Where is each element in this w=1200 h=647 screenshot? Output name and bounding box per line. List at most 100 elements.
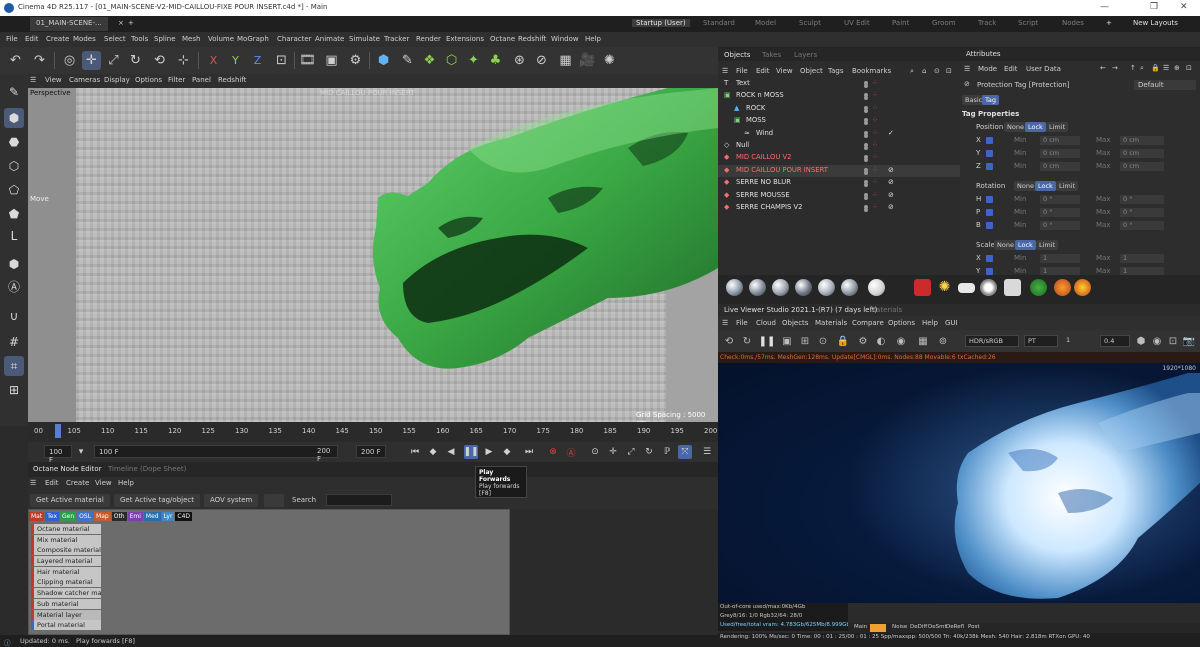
lv-focus-icon[interactable]: ⊚	[936, 334, 950, 348]
pass-main[interactable]: Main	[854, 624, 867, 630]
octane-vdb-icon[interactable]	[1054, 279, 1071, 296]
render-dot-icon[interactable]	[864, 183, 868, 188]
lv-snapshot-icon[interactable]: 📷	[1182, 334, 1196, 348]
vp-menu-panel[interactable]: Panel	[192, 76, 211, 84]
mode-button-lock[interactable]: Lock	[1025, 122, 1046, 132]
menu-render[interactable]: Render	[416, 35, 441, 43]
material-preview-ball[interactable]	[841, 279, 858, 296]
layout-paint[interactable]: Paint	[892, 19, 909, 27]
start-frame-field[interactable]: 100 F	[94, 445, 338, 458]
menu-simulate[interactable]: Simulate	[349, 35, 380, 43]
tag-icon[interactable]: ⁘	[872, 116, 878, 124]
vp-menu-filter[interactable]: Filter	[168, 76, 185, 84]
render-dot-icon[interactable]	[864, 170, 868, 175]
axis-checkbox[interactable]	[986, 150, 993, 157]
material-preview-ball[interactable]	[795, 279, 812, 296]
attributes-panel-icon[interactable]: ☰	[964, 65, 970, 73]
attr-menu-edit[interactable]: Edit	[1004, 65, 1018, 73]
menu-volume[interactable]: Volume	[208, 35, 234, 43]
node-editor-canvas[interactable]: Mat Tex Gen OSL Map Oth Emi Med Lyr C4D Octane ma…	[28, 509, 510, 635]
obj-home-icon[interactable]: ⌂	[922, 67, 926, 75]
node-category-tab[interactable]: OSL	[77, 512, 94, 521]
mode-button-none[interactable]: None	[1004, 122, 1027, 132]
get-active-tag-button[interactable]: Get Active tag/object	[114, 494, 200, 507]
render-dot-icon[interactable]	[864, 84, 868, 88]
node-category-tab[interactable]: Tex	[45, 512, 60, 521]
menu-modes[interactable]: Modes	[73, 35, 96, 43]
tag-icon[interactable]: ⁘	[872, 141, 878, 149]
layout-sculpt[interactable]: Sculpt	[799, 19, 821, 27]
mode-button-lock[interactable]: Lock	[1015, 240, 1036, 250]
play-forwards-icon[interactable]: ❚❚	[463, 445, 479, 459]
layout-uv-edit[interactable]: UV Edit	[844, 19, 870, 27]
lv-menu-compare[interactable]: Compare	[852, 319, 884, 327]
object-name[interactable]: MID CAILLOU POUR INSERT	[736, 166, 828, 174]
aov-system-button[interactable]: AOV system	[204, 494, 259, 507]
obj-menu-tags[interactable]: Tags	[828, 67, 844, 75]
record-icon[interactable]: ⊗	[546, 445, 560, 459]
node-category-tab[interactable]: Mat	[29, 512, 45, 521]
lv-menu-cloud[interactable]: Cloud	[756, 319, 776, 327]
pass-desmt[interactable]: DeSmt	[928, 624, 947, 630]
min-field[interactable]: 1	[1040, 254, 1080, 263]
polygons-mode-icon[interactable]: ⬟	[4, 204, 24, 224]
max-field[interactable]: 1	[1120, 254, 1164, 263]
render-view-icon[interactable]: ▣	[322, 51, 341, 70]
timeline-menu-icon[interactable]: ☰	[700, 445, 714, 459]
ne-menu-help[interactable]: Help	[118, 479, 134, 487]
redo-icon[interactable]: ↷	[30, 51, 49, 70]
tag-icon[interactable]: ⁘	[872, 129, 878, 137]
lv-menu-objects[interactable]: Objects	[782, 319, 808, 327]
min-field[interactable]: 0 °	[1040, 208, 1080, 217]
max-field[interactable]: 0 cm	[1120, 149, 1164, 158]
render-dot-icon[interactable]	[864, 158, 868, 163]
back-arrow-icon[interactable]: ←	[1100, 64, 1106, 72]
object-row[interactable]: ◆ SERRE MOUSSE ⁘ ⊘	[718, 190, 960, 202]
node-category-tab[interactable]: Emi	[127, 512, 143, 521]
tag-icon[interactable]: ⁘	[872, 104, 878, 112]
node-list-item[interactable]: Shadow catcher material	[31, 588, 101, 599]
node-list-item[interactable]: Hair material	[31, 566, 101, 577]
pass-dediff[interactable]: DeDiff	[910, 624, 927, 630]
timeline-playhead[interactable]	[55, 424, 61, 438]
field-icon[interactable]: ⊘	[532, 51, 551, 70]
axis-checkbox[interactable]	[986, 268, 993, 275]
coordinate-system-icon[interactable]: ⊹	[174, 51, 193, 70]
next-frame-icon[interactable]: ▶	[482, 445, 496, 459]
menu-redshift[interactable]: Redshift	[518, 35, 546, 43]
vp-menu-cameras[interactable]: Cameras	[69, 76, 100, 84]
attr-history-icon[interactable]: ☰	[1163, 64, 1169, 72]
max-field[interactable]: 0 °	[1120, 221, 1164, 230]
menu-spline[interactable]: Spline	[154, 35, 176, 43]
protection-tag-icon[interactable]: ⊘	[888, 166, 894, 174]
next-key-icon[interactable]: ◆	[500, 445, 514, 459]
position-key-icon[interactable]: ✛	[606, 445, 620, 459]
render-dot-icon[interactable]	[864, 133, 868, 138]
mode-button-none[interactable]: None	[994, 240, 1017, 250]
sphere-icon[interactable]: ⬢	[4, 254, 24, 274]
lv-panel-icon[interactable]: ☰	[722, 319, 728, 327]
mode-button-limit[interactable]: Limit	[1036, 240, 1059, 250]
octane-texture-env-icon[interactable]	[980, 279, 997, 296]
object-name[interactable]: SERRE CHAMPIS V2	[736, 203, 802, 211]
menu-extensions[interactable]: Extensions	[446, 35, 484, 43]
cloner-icon[interactable]: ⬡	[442, 51, 461, 70]
lv-restart-icon[interactable]: ↻	[740, 334, 754, 348]
node-category-tab[interactable]: Lyr	[161, 512, 175, 521]
point-level-icon[interactable]: ⤧	[678, 445, 692, 459]
node-list-item[interactable]: Sub material	[31, 598, 101, 609]
min-field[interactable]: 0 °	[1040, 195, 1080, 204]
kernel-select[interactable]: PT	[1024, 335, 1058, 347]
layout-script[interactable]: Script	[1018, 19, 1038, 27]
lv-channel-icon[interactable]: ◉	[894, 334, 908, 348]
object-row[interactable]: T Text ⁘	[718, 78, 960, 90]
render-dot-icon[interactable]	[864, 121, 868, 126]
tag-icon[interactable]: ⁘	[872, 153, 878, 161]
tag-icon[interactable]: ⁘	[872, 79, 878, 87]
axis-mode-icon[interactable]: L	[4, 226, 24, 246]
lv-save-icon[interactable]: ⊡	[1166, 334, 1180, 348]
axis-checkbox[interactable]	[986, 222, 993, 229]
render-dot-icon[interactable]	[864, 108, 868, 113]
light-icon[interactable]: ✺	[600, 51, 619, 70]
render-dot-icon[interactable]	[864, 208, 868, 212]
